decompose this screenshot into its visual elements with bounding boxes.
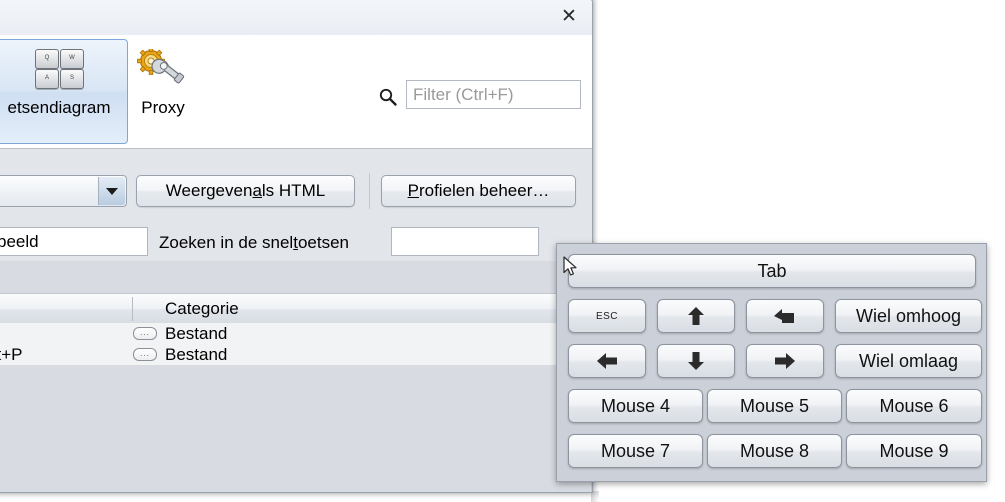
key-button-arrow-down[interactable] (657, 344, 735, 378)
table-row[interactable]: ... Bestand (0, 323, 592, 344)
key-button-mouse-5[interactable]: Mouse 5 (707, 389, 842, 423)
kbicon-key-q: Q (35, 49, 59, 69)
close-icon[interactable]: ✕ (555, 3, 583, 29)
search-shortcuts-label-post: oetsen (297, 233, 349, 252)
key-button-mouse-7[interactable]: Mouse 7 (568, 434, 703, 468)
table-cell-shortcut: ift+P (0, 345, 23, 364)
search-icon (378, 87, 398, 107)
table-row[interactable]: ift+P ... Bestand (0, 344, 592, 365)
key-button-mouse-8[interactable]: Mouse 8 (707, 434, 842, 468)
key-button-backspace[interactable] (746, 299, 824, 333)
toolbar-divider (369, 173, 370, 209)
ellipsis-button-icon: ... (133, 348, 157, 361)
table-cell-categorie: Bestand (165, 345, 228, 364)
manage-profiles-button[interactable]: Profielen beheer… (381, 175, 576, 207)
ellipsis-button-icon: ... (133, 327, 157, 340)
virtual-key-popup: Tab ESC Wiel omhoog Wiel omlaag Mouse 4 … (556, 243, 987, 482)
filter-input[interactable] (406, 80, 581, 109)
key-button-esc[interactable]: ESC (568, 299, 646, 333)
arrow-down-icon (688, 352, 704, 370)
arrow-left-icon (597, 353, 617, 369)
key-button-arrow-up[interactable] (657, 299, 735, 333)
table-header-row: Categorie (0, 293, 592, 325)
view-as-html-label-pre: Weergeven (165, 181, 253, 200)
key-button-mouse-9[interactable]: Mouse 9 (846, 434, 982, 468)
table-body: ... Bestand ift+P ... Bestand (0, 323, 592, 365)
shortcut-search-row: Zoeken in de sneltoetsen (0, 221, 592, 261)
key-button-arrow-left[interactable] (568, 344, 646, 378)
key-button-arrow-right[interactable] (746, 344, 824, 378)
key-button-tab[interactable]: Tab (568, 254, 976, 288)
profile-toolbar: Weergeven a ls HTML Profielen beheer… (0, 149, 592, 221)
ribbon-button-proxy[interactable]: Proxy (123, 39, 203, 144)
ribbon-button-keyboard-diagram[interactable]: Q W A S etsendiagram (0, 39, 128, 144)
view-as-html-label-post: ls HTML (261, 181, 326, 200)
ribbon-button-keyboard-diagram-label: etsendiagram (7, 98, 111, 117)
ribbon-button-proxy-label: Proxy (141, 98, 185, 117)
keyboard-diagram-icon: Q W A S (33, 49, 85, 89)
manage-profiles-accel: P (407, 181, 419, 200)
key-button-mouse-6[interactable]: Mouse 6 (846, 389, 982, 423)
kbicon-key-w: W (60, 49, 84, 69)
ribbon-toolbar: Q W A S etsendiagram Proxy Filter (Ctrl+… (0, 35, 592, 149)
profile-combobox[interactable] (0, 175, 127, 207)
table-cell-categorie: Bestand (165, 324, 228, 343)
gear-wrench-icon (137, 47, 189, 89)
table-column-divider-0[interactable] (132, 297, 133, 321)
arrow-right-icon (775, 353, 795, 369)
title-bar: ✕ (0, 0, 592, 36)
view-as-html-button[interactable]: Weergeven a ls HTML (136, 175, 355, 207)
search-shortcuts-input[interactable] (391, 227, 539, 256)
kbicon-key-s: S (60, 69, 84, 89)
key-button-mouse-4[interactable]: Mouse 4 (568, 389, 703, 423)
key-button-wheel-up[interactable]: Wiel omhoog (835, 299, 982, 333)
shortcut-table: Categorie ... Bestand ift+P ... Bestand (0, 261, 592, 492)
table-header-categorie[interactable]: Categorie (165, 299, 239, 319)
backspace-arrow-icon (774, 309, 794, 323)
search-shortcuts-label-pre: Zoeken in de snel (159, 233, 294, 252)
chevron-down-icon[interactable] (98, 177, 125, 205)
key-button-wheel-down[interactable]: Wiel omlaag (835, 344, 982, 378)
application-window: ✕ Q W A S etsendiagram Proxy Filter (Ctr… (0, 0, 593, 493)
shortcut-key-input[interactable] (0, 227, 148, 256)
search-shortcuts-label: Zoeken in de sneltoetsen (159, 233, 349, 253)
arrow-up-icon (688, 307, 704, 325)
kbicon-key-a: A (35, 69, 59, 89)
manage-profiles-label: rofielen beheer… (418, 181, 550, 200)
view-as-html-accel: a (252, 181, 262, 200)
table-empty-area (0, 365, 592, 492)
